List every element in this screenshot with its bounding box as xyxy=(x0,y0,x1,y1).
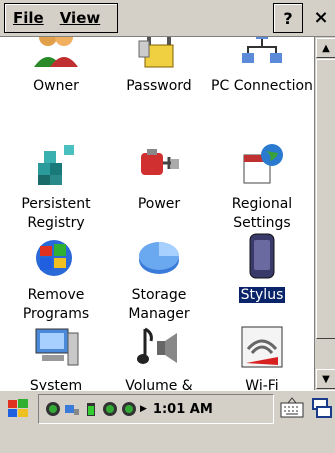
item-label: PC Connection xyxy=(211,78,313,94)
keyboard-icon[interactable] xyxy=(280,397,304,419)
remove-programs-icon xyxy=(36,240,72,276)
storage-manager-icon xyxy=(139,242,179,274)
item-password[interactable]: Password xyxy=(107,37,211,96)
scroll-thumb[interactable] xyxy=(316,59,335,339)
item-system[interactable]: System xyxy=(4,323,108,390)
item-label: System xyxy=(29,378,83,390)
control-panel-list: Owner Password PC Connection Persistent … xyxy=(0,37,314,390)
item-owner[interactable]: Owner xyxy=(4,37,108,96)
volume-sounds-icon xyxy=(137,327,177,364)
item-regional-settings[interactable]: Regional Settings xyxy=(210,141,314,233)
system-tray: ▶ 1:01 AM xyxy=(38,394,274,424)
password-icon xyxy=(138,37,174,68)
item-label: Wi-Fi xyxy=(245,378,279,390)
item-stylus[interactable]: Stylus xyxy=(210,232,314,305)
item-label: Remove Programs xyxy=(22,287,90,322)
scroll-down-button[interactable]: ▼ xyxy=(316,369,335,389)
network-icon[interactable] xyxy=(121,401,137,417)
owner-icon xyxy=(34,37,78,67)
item-pc-connection[interactable]: PC Connection xyxy=(210,37,314,96)
menu-group: File View xyxy=(4,3,118,33)
item-storage-manager[interactable]: Storage Manager xyxy=(107,232,211,324)
item-label: Stylus xyxy=(238,287,286,303)
view-menu[interactable]: View xyxy=(52,9,109,27)
item-label: Regional Settings xyxy=(231,196,293,231)
battery-icon[interactable] xyxy=(83,401,99,417)
taskbar: ▶ 1:01 AM xyxy=(0,390,335,453)
item-power[interactable]: Power xyxy=(107,141,211,214)
system-icon xyxy=(35,328,79,366)
item-label: Volume & Sounds xyxy=(125,378,193,390)
item-label: Persistent Registry xyxy=(21,196,91,231)
tray-expand-icon[interactable]: ▶ xyxy=(140,404,147,414)
scroll-up-button[interactable]: ▲ xyxy=(316,38,335,58)
item-persistent-registry[interactable]: Persistent Registry xyxy=(4,141,108,233)
pc-connection-icon xyxy=(242,37,282,63)
clock[interactable]: 1:01 AM xyxy=(153,402,213,417)
network-icon[interactable] xyxy=(45,401,61,417)
stylus-icon xyxy=(249,233,275,279)
wifi-icon xyxy=(241,326,283,368)
input-panel-icon[interactable] xyxy=(312,397,332,419)
vertical-scrollbar[interactable]: ▲ ▼ xyxy=(314,37,335,390)
item-wifi[interactable]: Wi-Fi xyxy=(210,323,314,390)
network-icon[interactable] xyxy=(102,401,118,417)
connection-icon[interactable] xyxy=(64,401,80,417)
item-label: Owner xyxy=(33,78,79,94)
help-button[interactable]: ? xyxy=(273,3,303,33)
menu-bar: File View ? × xyxy=(0,0,335,37)
item-volume-sounds[interactable]: Volume & Sounds xyxy=(107,323,211,390)
persistent-registry-icon xyxy=(38,145,74,185)
item-label: Storage Manager xyxy=(128,287,190,322)
start-icon[interactable] xyxy=(6,396,30,420)
item-label: Password xyxy=(126,78,192,94)
regional-settings-icon xyxy=(243,144,283,184)
item-label: Power xyxy=(137,196,181,212)
power-icon xyxy=(141,149,179,175)
item-remove-programs[interactable]: Remove Programs xyxy=(4,232,108,324)
file-menu[interactable]: File xyxy=(5,9,52,27)
close-button[interactable]: × xyxy=(307,3,335,31)
